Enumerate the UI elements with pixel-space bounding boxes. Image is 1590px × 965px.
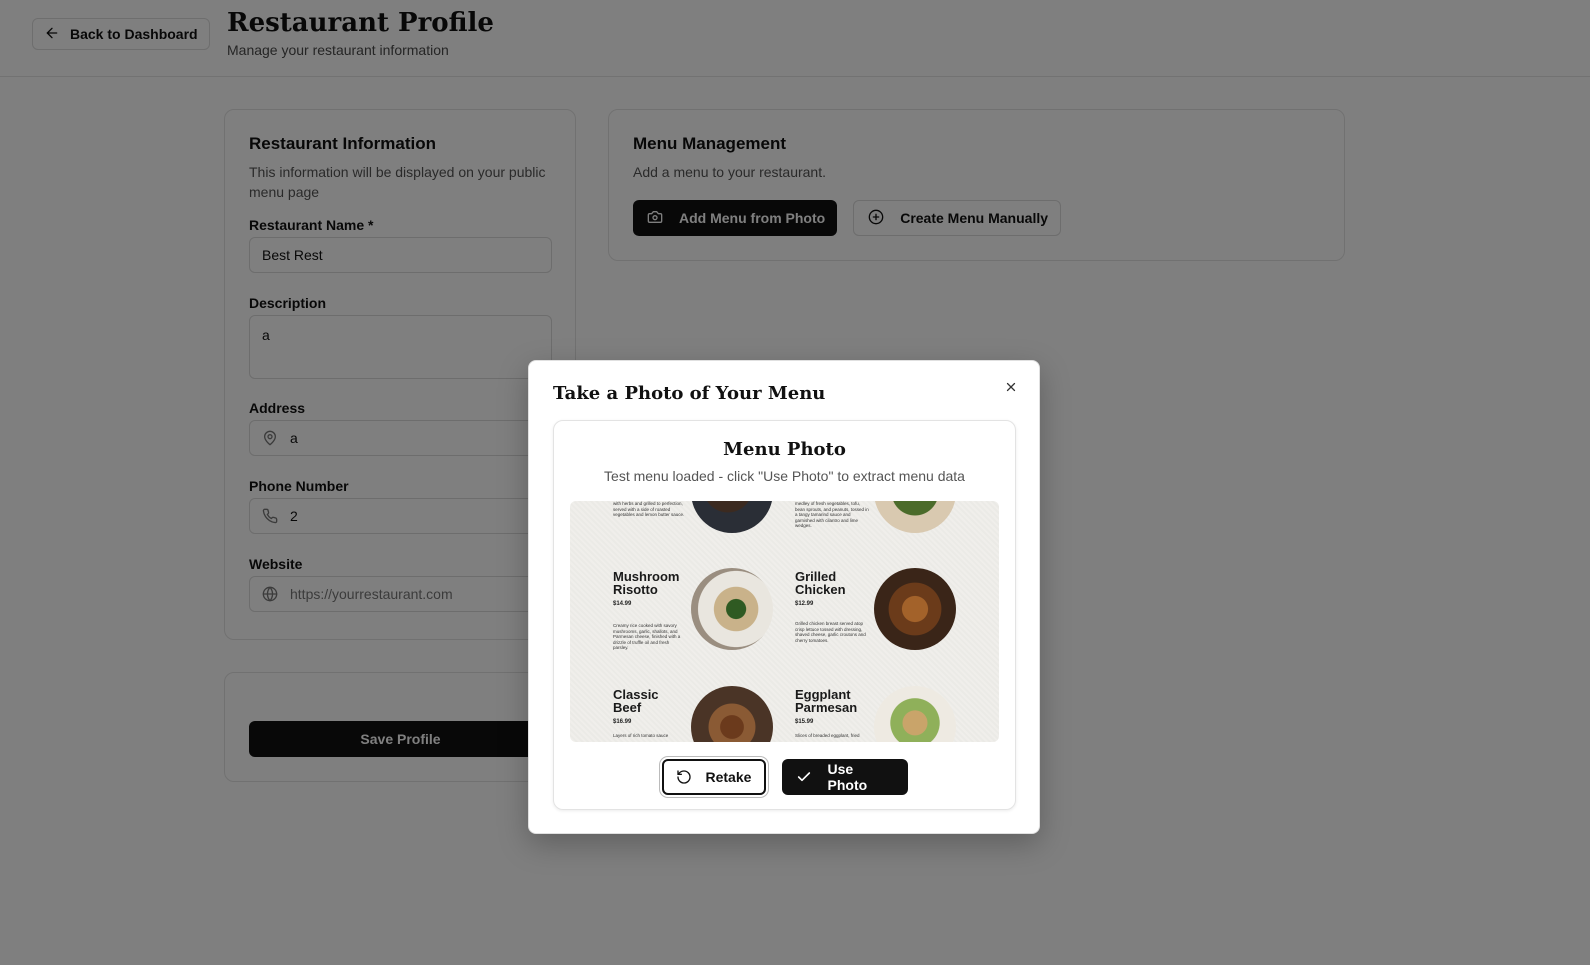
dish-name-classic-beef: Classic Beef <box>613 688 659 714</box>
dish-image-mushroom-risotto <box>691 568 773 650</box>
menu-text-top-left: with herbs and grilled to perfection, se… <box>613 501 685 517</box>
dish-image-grilled-chicken <box>874 568 956 650</box>
dish-price: $12.99 <box>795 601 814 607</box>
dish-description: Grilled chicken breast served atop crisp… <box>795 621 866 643</box>
menu-photo-image: with herbs and grilled to perfection, se… <box>570 501 999 742</box>
dish-description: Creamy rice cooked with savory mushrooms… <box>613 623 681 650</box>
menu-text-top-right: medley of fresh vegetables, tofu, bean s… <box>795 501 869 528</box>
menu-photo-description: Test menu loaded - click "Use Photo" to … <box>604 468 965 484</box>
close-button[interactable] <box>1001 377 1021 397</box>
retake-label: Retake <box>705 769 752 785</box>
dish-name-line-2: Risotto <box>613 582 658 597</box>
dish-name-line-2: Parmesan <box>795 700 858 715</box>
dish-price: $15.99 <box>795 719 814 725</box>
menu-photo-title: Menu Photo <box>723 439 846 460</box>
photo-actions: Retake Use Photo <box>554 759 1015 795</box>
use-photo-button[interactable]: Use Photo <box>781 759 908 795</box>
menu-photo-card: Menu Photo Test menu loaded - click "Use… <box>553 420 1016 810</box>
modal-title: Take a Photo of Your Menu <box>553 383 826 404</box>
check-icon <box>796 769 812 785</box>
dish-name-grilled-chicken: Grilled Chicken <box>795 570 846 596</box>
dish-name-mushroom-risotto: Mushroom Risotto <box>613 570 679 596</box>
dish-description: Layers of rich tomato sauce <box>613 733 669 738</box>
close-icon <box>1004 380 1018 394</box>
take-photo-modal: Take a Photo of Your Menu Menu Photo Tes… <box>528 360 1040 834</box>
dish-price: $14.99 <box>613 601 632 607</box>
dish-description: Slices of breaded eggplant, fried <box>795 733 860 738</box>
dish-price: $16.99 <box>613 719 632 725</box>
retake-button[interactable]: Retake <box>661 759 766 795</box>
dish-name-line-2: Beef <box>613 700 642 715</box>
dish-name-eggplant-parmesan: Eggplant Parmesan <box>795 688 857 714</box>
use-photo-label: Use Photo <box>827 761 868 793</box>
rotate-ccw-icon <box>676 769 692 785</box>
dish-name-line-2: Chicken <box>795 582 846 597</box>
